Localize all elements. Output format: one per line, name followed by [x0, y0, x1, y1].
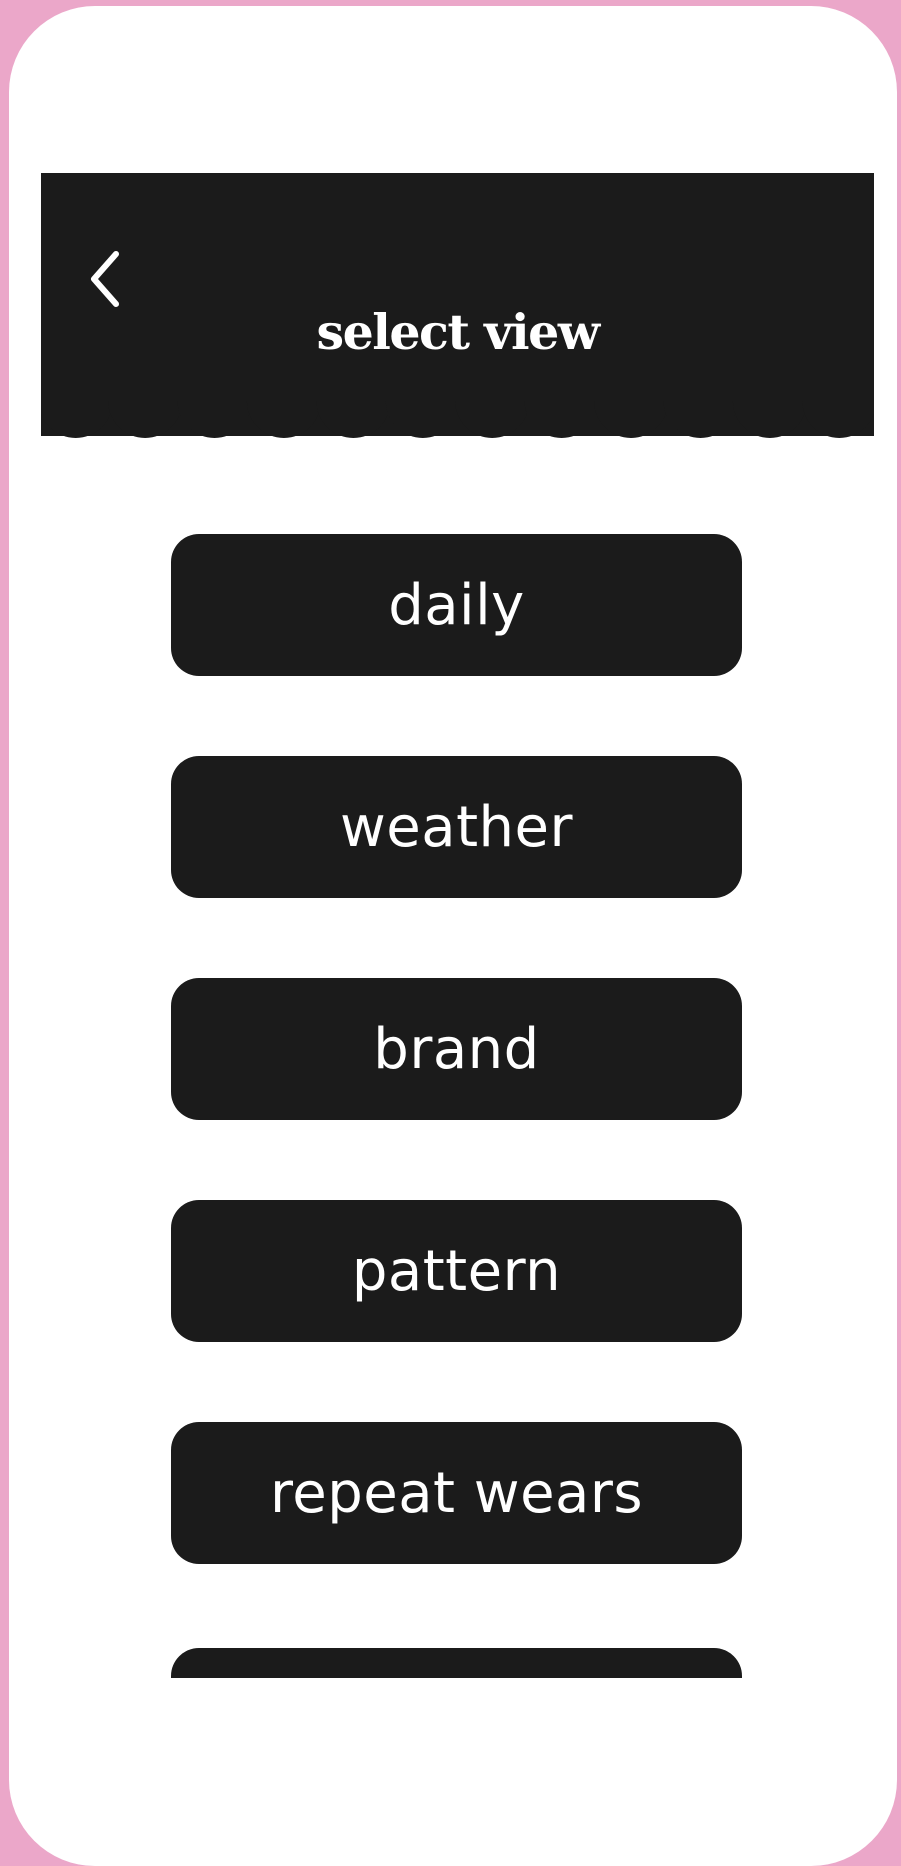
- option-partial-button[interactable]: [171, 1648, 742, 1678]
- option-brand-button[interactable]: brand: [171, 978, 742, 1120]
- option-daily-button[interactable]: daily: [171, 534, 742, 676]
- option-weather-button[interactable]: weather: [171, 756, 742, 898]
- back-button[interactable]: [81, 244, 131, 314]
- chevron-left-icon: [91, 251, 119, 307]
- option-pattern-button[interactable]: pattern: [171, 1200, 742, 1342]
- option-repeat-wears-button[interactable]: repeat wears: [171, 1422, 742, 1564]
- page-title: select view: [316, 303, 600, 361]
- phone-screen: select view daily weather brand pattern …: [9, 6, 897, 1866]
- scalloped-header-edge: [41, 401, 874, 438]
- view-options-list: daily weather brand pattern repeat wears: [171, 534, 742, 1644]
